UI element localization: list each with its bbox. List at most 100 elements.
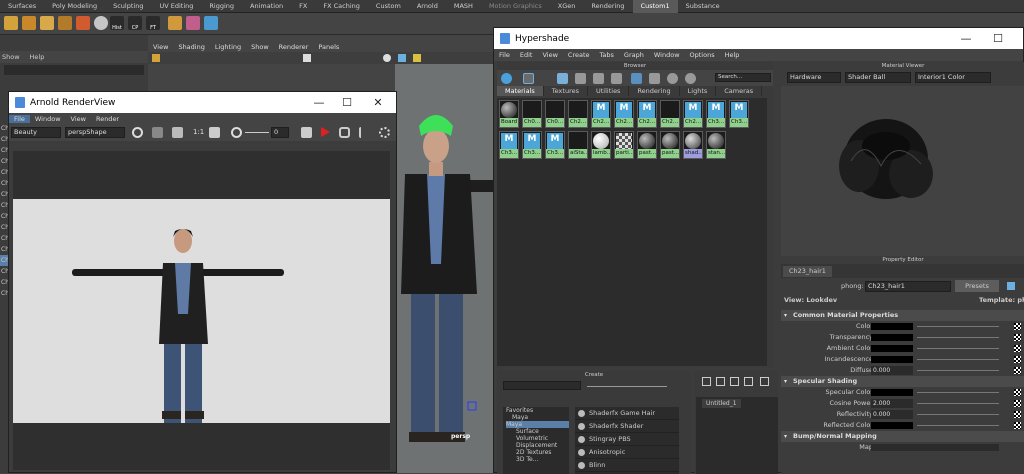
property-value-field[interactable]: 2.000 xyxy=(871,399,913,408)
property-slider[interactable] xyxy=(917,359,999,360)
select-icon[interactable] xyxy=(168,16,182,30)
create-tree-item[interactable]: Surface xyxy=(506,428,569,435)
sphere-icon[interactable] xyxy=(22,16,36,30)
create-list-item[interactable]: Shaderfx Game Hair xyxy=(575,407,679,420)
cp-icon[interactable]: CP xyxy=(128,16,142,31)
exposure-slider[interactable] xyxy=(245,132,269,133)
mv-geometry-dropdown[interactable]: Shader Ball xyxy=(845,72,911,83)
browser-icon-c[interactable] xyxy=(611,73,622,84)
shading-icon[interactable] xyxy=(383,54,391,62)
ipr-icon[interactable] xyxy=(301,127,312,138)
texture-icon[interactable] xyxy=(413,54,421,62)
cube-icon[interactable] xyxy=(4,16,18,30)
viewport-menu-3[interactable]: Show xyxy=(246,42,274,52)
browser-tab-3[interactable]: Rendering xyxy=(629,86,680,96)
material-swatch[interactable]: M Ch2... xyxy=(637,100,657,128)
browser-grid-icon[interactable] xyxy=(523,73,534,84)
fit-icon[interactable] xyxy=(152,127,163,138)
property-slider[interactable] xyxy=(917,370,999,371)
template-label[interactable]: Template: phon xyxy=(979,296,1024,304)
hs-menu-1[interactable]: Edit xyxy=(515,51,538,59)
ratio-label[interactable]: 1:1 xyxy=(193,128,204,136)
select-tool-icon[interactable] xyxy=(152,54,160,62)
browser-list-icon[interactable] xyxy=(557,73,568,84)
render-image[interactable] xyxy=(13,199,390,462)
shelf-tab-2[interactable]: Sculpting xyxy=(105,0,151,13)
hs-menu-8[interactable]: Help xyxy=(720,51,745,59)
property-slider[interactable] xyxy=(917,337,999,338)
node-editor-icon-b[interactable] xyxy=(716,377,725,386)
close-button[interactable]: ✕ xyxy=(364,92,392,113)
property-slider[interactable] xyxy=(917,425,999,426)
material-swatch[interactable]: M Ch2... xyxy=(591,100,611,128)
map-button-icon[interactable] xyxy=(1014,323,1021,330)
shelf-tab-1[interactable]: Poly Modeling xyxy=(44,0,105,13)
material-swatch[interactable]: M Ch3... xyxy=(706,100,726,128)
shelf-tab-12[interactable]: XGen xyxy=(550,0,584,13)
material-swatch[interactable]: Ch0... xyxy=(522,100,542,128)
node-name-field[interactable]: Ch23_hair1 xyxy=(865,281,951,292)
material-swatch[interactable]: past... xyxy=(660,131,680,159)
create-list-item[interactable]: Shaderfx Shader xyxy=(575,420,679,433)
material-swatch[interactable]: Board xyxy=(499,100,519,128)
map-button-icon[interactable] xyxy=(1014,345,1021,352)
bump-section[interactable]: Bump/Normal Mapping xyxy=(781,431,1024,442)
grid-icon[interactable] xyxy=(303,54,311,62)
map-button-icon[interactable] xyxy=(1014,389,1021,396)
material-preview[interactable] xyxy=(781,86,1024,256)
material-swatch[interactable]: parti... xyxy=(614,131,634,159)
create-tree-item[interactable]: Favorites xyxy=(506,407,569,414)
hs-menu-5[interactable]: Graph xyxy=(619,51,649,59)
color-swatch[interactable] xyxy=(871,389,913,396)
material-swatch[interactable]: shad... xyxy=(683,131,703,159)
hs-menu-6[interactable]: Window xyxy=(649,51,685,59)
shelf-tab-13[interactable]: Rendering xyxy=(583,0,632,13)
bump-map-field[interactable] xyxy=(871,444,999,451)
settings-gear-icon[interactable] xyxy=(379,127,390,138)
node-editor-icon-e[interactable] xyxy=(760,377,769,386)
outliner-show-menu[interactable]: Show xyxy=(2,51,20,63)
material-swatch[interactable]: stan... xyxy=(706,131,726,159)
create-size-slider[interactable] xyxy=(587,386,667,387)
create-list-item[interactable]: Anisotropic xyxy=(575,446,679,459)
exposure-icon[interactable] xyxy=(231,127,242,138)
material-swatch[interactable]: M Ch2... xyxy=(614,100,634,128)
render-region-icon[interactable] xyxy=(132,127,143,138)
paint-icon[interactable] xyxy=(186,16,200,30)
property-slider[interactable] xyxy=(917,392,999,393)
minimize-button[interactable]: — xyxy=(305,92,333,113)
color-swatch[interactable] xyxy=(871,422,913,429)
shelf-tab-10[interactable]: MASH xyxy=(446,0,481,13)
hist-icon[interactable]: Hist xyxy=(110,16,124,31)
shelf-tab-5[interactable]: Animation xyxy=(242,0,291,13)
create-tree-item[interactable]: 2D Textures xyxy=(506,449,569,456)
shelf-tab-6[interactable]: FX xyxy=(291,0,315,13)
browser-icon-a[interactable] xyxy=(575,73,586,84)
lights-icon[interactable] xyxy=(398,54,406,62)
aov-dropdown[interactable]: Beauty xyxy=(11,127,61,138)
browser-tab-1[interactable]: Textures xyxy=(544,86,588,96)
browser-icon-g[interactable] xyxy=(685,73,696,84)
color-swatch[interactable] xyxy=(871,356,913,363)
torus-icon[interactable] xyxy=(76,16,90,30)
map-button-icon[interactable] xyxy=(1014,422,1021,429)
render-play-icon[interactable] xyxy=(321,127,330,137)
browser-icon-e[interactable] xyxy=(649,73,660,84)
common-material-section[interactable]: Common Material Properties xyxy=(781,310,1024,321)
shelf-tab-14[interactable]: Custom1 xyxy=(632,0,678,13)
outliner-search[interactable] xyxy=(4,65,144,75)
viewport-menu-5[interactable]: Panels xyxy=(313,42,344,52)
map-button-icon[interactable] xyxy=(1014,367,1021,374)
arnold-menu-0[interactable]: File xyxy=(9,115,30,123)
browser-icon-f[interactable] xyxy=(667,73,678,84)
color-swatch[interactable] xyxy=(871,334,913,341)
shelf-tab-4[interactable]: Rigging xyxy=(201,0,242,13)
material-swatch[interactable]: M Ch3... xyxy=(499,131,519,159)
node-editor-canvas[interactable]: Untitled_1 xyxy=(696,397,778,474)
map-button-icon[interactable] xyxy=(1014,356,1021,363)
viewport-menu-0[interactable]: View xyxy=(148,42,173,52)
ft-icon[interactable]: FT xyxy=(146,16,160,31)
outliner-help-menu[interactable]: Help xyxy=(30,51,45,63)
property-slider[interactable] xyxy=(917,403,999,404)
camera-dropdown[interactable]: perspShape xyxy=(65,127,125,138)
